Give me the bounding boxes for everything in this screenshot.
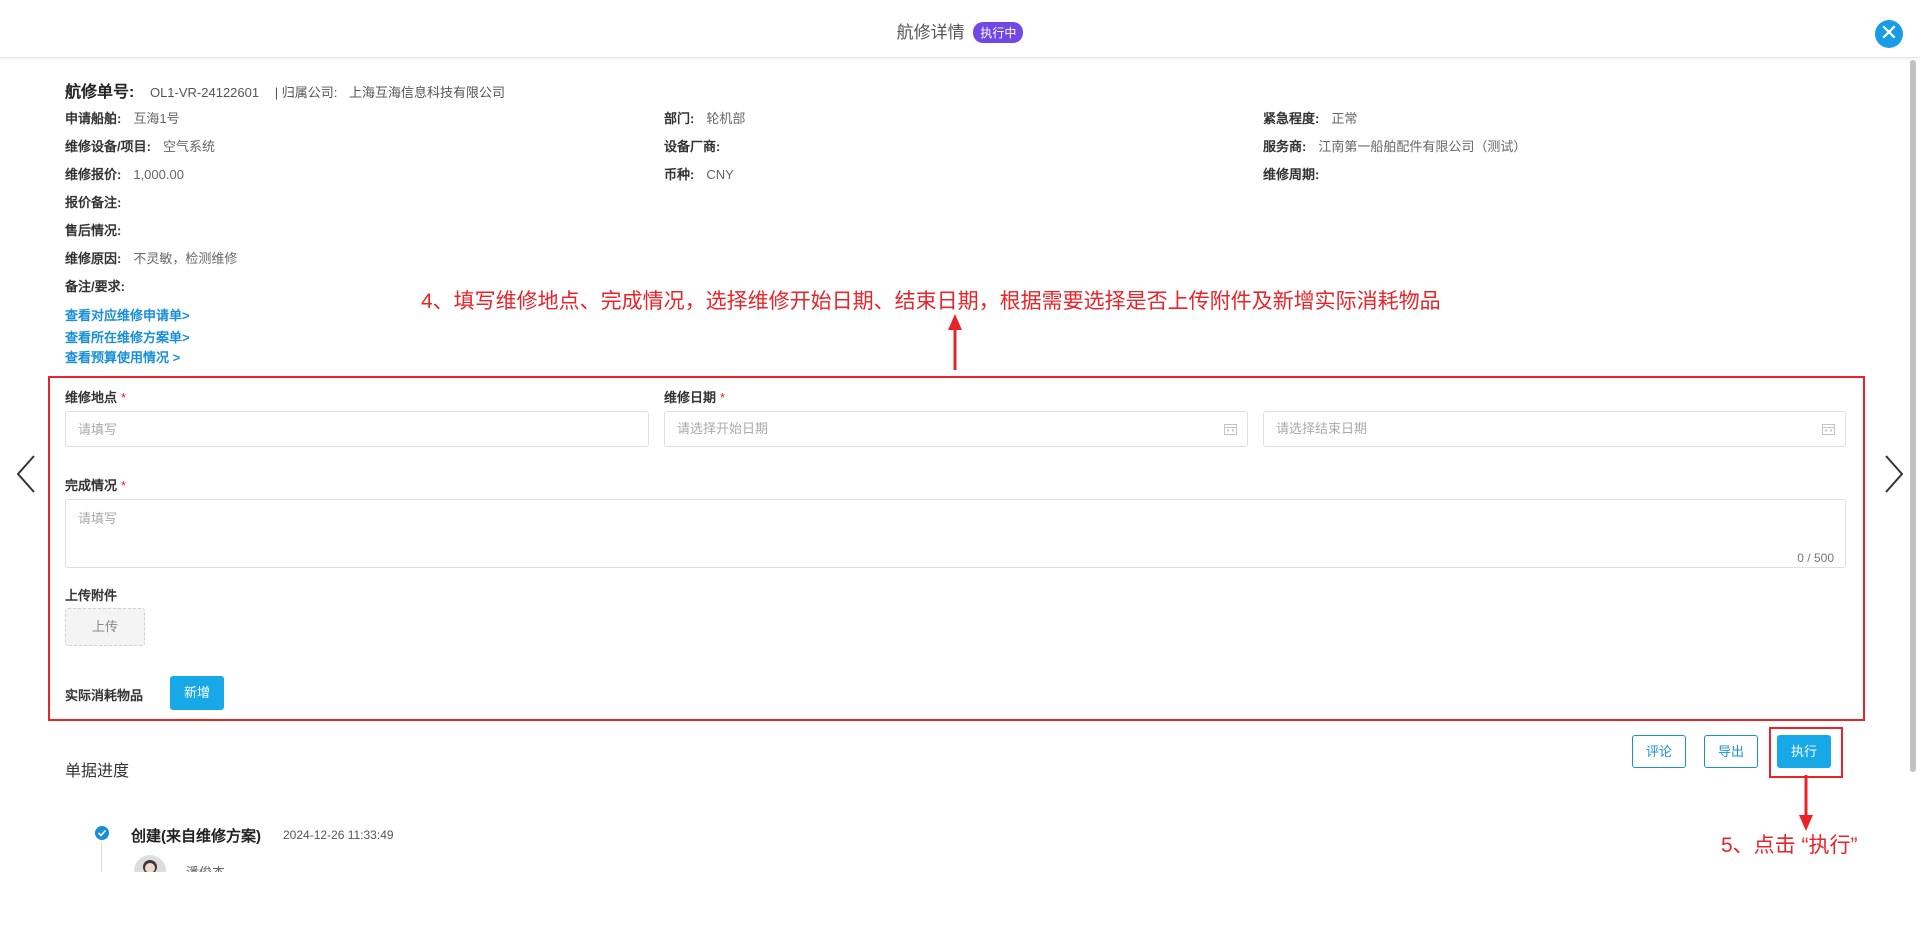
link-repair-plan[interactable]: 查看所在维修方案单> — [65, 327, 190, 346]
add-consumable-button[interactable]: 新增 — [170, 676, 224, 710]
info-equipment-label: 维修设备/项目: — [65, 139, 151, 154]
location-label: 维修地点 * — [65, 387, 126, 406]
company-label: | 归属公司: — [274, 85, 338, 100]
prev-arrow-icon[interactable] — [14, 452, 38, 496]
export-button[interactable]: 导出 — [1704, 735, 1758, 768]
info-reason-value: 不灵敏，检测维修 — [133, 251, 238, 266]
info-cycle: 维修周期: — [1263, 164, 1331, 183]
timeline-connector — [101, 842, 102, 872]
company-value: 上海互海信息科技有限公司 — [348, 85, 505, 100]
page-bottom-area — [0, 872, 1920, 939]
link-repair-request[interactable]: 查看对应维修申请单> — [65, 305, 190, 324]
attachment-label: 上传附件 — [65, 588, 118, 603]
comment-button[interactable]: 评论 — [1632, 735, 1686, 768]
info-ship-value: 互海1号 — [133, 111, 180, 126]
info-ship: 申请船舶: 互海1号 — [65, 108, 180, 127]
end-date-picker[interactable]: 请选择结束日期 — [1263, 411, 1846, 447]
info-provider: 服务商: 江南第一船舶配件有限公司（测试） — [1263, 136, 1526, 155]
required-mark: * — [121, 390, 127, 405]
info-currency-value: CNY — [706, 167, 734, 182]
info-quote: 维修报价: 1,000.00 — [65, 164, 184, 183]
repair-date-label-text: 维修日期 — [664, 390, 717, 405]
check-circle-icon — [95, 826, 109, 840]
info-quote-note-label: 报价备注: — [65, 195, 122, 210]
info-ship-label: 申请船舶: — [65, 111, 122, 126]
completion-label-text: 完成情况 — [65, 478, 118, 493]
calendar-icon — [1822, 424, 1835, 435]
info-vendor: 设备厂商: — [664, 136, 732, 155]
info-provider-label: 服务商: — [1263, 139, 1307, 154]
info-quote-label: 维修报价: — [65, 167, 122, 182]
link-budget-usage[interactable]: 查看预算使用情况 > — [65, 347, 180, 366]
calendar-icon — [1224, 424, 1237, 435]
info-remark: 备注/要求: — [65, 276, 137, 295]
info-dept-value: 轮机部 — [706, 111, 746, 126]
completion-label: 完成情况 * — [65, 475, 126, 494]
order-no-label: 航修单号: — [65, 84, 135, 101]
repair-date-label: 维修日期 * — [664, 387, 725, 406]
completion-char-counter: 0 / 500 — [1797, 551, 1834, 565]
info-urgency: 紧急程度: 正常 — [1263, 108, 1357, 127]
info-dept: 部门: 轮机部 — [664, 108, 745, 127]
required-mark: * — [121, 478, 127, 493]
upload-button[interactable]: 上传 — [65, 608, 145, 646]
info-aftersale-label: 售后情况: — [65, 223, 122, 238]
info-equipment: 维修设备/项目: 空气系统 — [65, 136, 215, 155]
scrollbar[interactable] — [1910, 60, 1916, 772]
execute-button[interactable]: 执行 — [1777, 735, 1831, 768]
annotation-step5: 5、点击 “执行” — [1721, 834, 1858, 857]
timeline-entry-title: 创建(来自维修方案) — [131, 828, 261, 845]
end-date-placeholder: 请选择结束日期 — [1276, 421, 1368, 436]
info-cycle-label: 维修周期: — [1263, 167, 1320, 182]
close-button[interactable]: ✕ — [1875, 20, 1903, 48]
info-urgency-value: 正常 — [1331, 111, 1358, 126]
next-arrow-icon[interactable] — [1882, 452, 1906, 496]
info-urgency-label: 紧急程度: — [1263, 111, 1320, 126]
completion-textarea[interactable] — [65, 499, 1846, 568]
info-reason-label: 维修原因: — [65, 251, 122, 266]
info-provider-value: 江南第一船舶配件有限公司（测试） — [1318, 139, 1527, 154]
annotation-arrow-up-icon — [948, 314, 962, 370]
progress-section-title: 单据进度 — [65, 763, 130, 780]
info-vendor-label: 设备厂商: — [664, 139, 721, 154]
info-equipment-value: 空气系统 — [162, 139, 215, 154]
location-input[interactable] — [65, 411, 649, 447]
timeline-entry-time: 2024-12-26 11:33:49 — [283, 828, 394, 842]
info-quote-note: 报价备注: — [65, 192, 133, 211]
modal-title: 航修详情 — [896, 23, 965, 42]
location-label-text: 维修地点 — [65, 390, 118, 405]
required-mark: * — [720, 390, 726, 405]
annotation-step4: 4、填写维修地点、完成情况，选择维修开始日期、结束日期，根据需要选择是否上传附件… — [421, 290, 1441, 313]
info-reason: 维修原因: 不灵敏，检测维修 — [65, 248, 237, 267]
info-aftersale: 售后情况: — [65, 220, 133, 239]
close-icon: ✕ — [1879, 20, 1899, 45]
info-currency: 币种: CNY — [664, 164, 734, 183]
start-date-picker[interactable]: 请选择开始日期 — [664, 411, 1248, 447]
status-badge: 执行中 — [973, 22, 1024, 43]
info-currency-label: 币种: — [664, 167, 695, 182]
annotation-arrow-down-icon — [1799, 775, 1813, 831]
start-date-placeholder: 请选择开始日期 — [677, 421, 769, 436]
info-quote-value: 1,000.00 — [133, 167, 184, 182]
info-dept-label: 部门: — [664, 111, 695, 126]
consumables-label: 实际消耗物品 — [65, 688, 144, 703]
modal-title-wrap: 航修详情 执行中 — [0, 18, 1920, 43]
info-remark-label: 备注/要求: — [65, 279, 125, 294]
order-no-value: OL1-VR-24122601 — [149, 85, 260, 100]
order-header: 航修单号: OL1-VR-24122601 | 归属公司: 上海互海信息科技有限… — [65, 78, 505, 102]
